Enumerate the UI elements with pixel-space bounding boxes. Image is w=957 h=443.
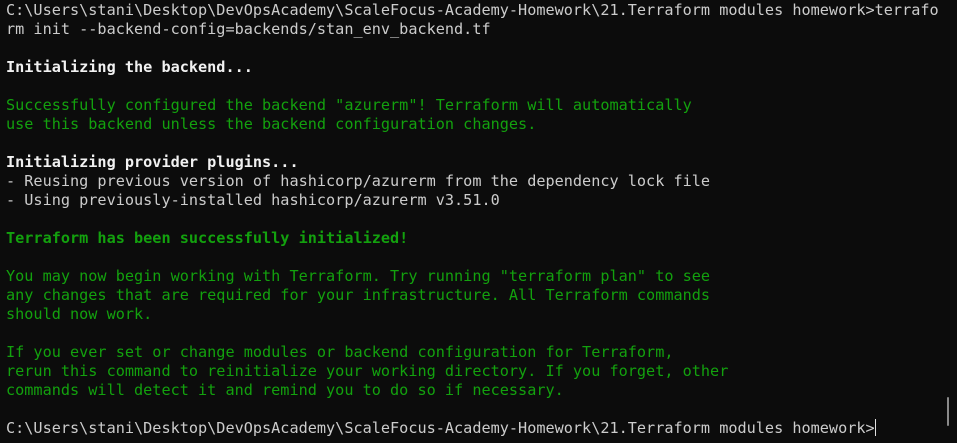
terminal-line: Initializing the backend...: [6, 58, 253, 76]
scrollbar[interactable]: [947, 397, 949, 426]
terminal-line: You may now begin working with Terraform…: [6, 267, 711, 285]
terminal-line: Initializing provider plugins...: [6, 153, 299, 171]
prompt-text: C:\Users\stani\Desktop\DevOpsAcademy\Sca…: [6, 419, 875, 437]
terminal-line: rm init --backend-config=backends/stan_e…: [6, 20, 491, 38]
terminal-line: - Reusing previous version of hashicorp/…: [6, 172, 711, 190]
terminal-line: Successfully configured the backend "azu…: [6, 96, 692, 114]
terminal-line: Terraform has been successfully initiali…: [6, 229, 409, 247]
terminal-line: commands will detect it and remind you t…: [6, 381, 564, 399]
terminal-line: should now work.: [6, 305, 153, 323]
prompt-line[interactable]: C:\Users\stani\Desktop\DevOpsAcademy\Sca…: [6, 419, 939, 438]
terminal-line: - Using previously-installed hashicorp/a…: [6, 191, 500, 209]
terminal-line: If you ever set or change modules or bac…: [6, 343, 674, 361]
terminal-line: rerun this command to reinitialize your …: [6, 362, 729, 380]
terminal-line: any changes that are required for your i…: [6, 286, 711, 304]
terminal-output[interactable]: C:\Users\stani\Desktop\DevOpsAcademy\Sca…: [6, 1, 939, 438]
terminal-line: use this backend unless the backend conf…: [6, 115, 537, 133]
text-cursor: [874, 419, 876, 436]
terminal-line: C:\Users\stani\Desktop\DevOpsAcademy\Sca…: [6, 1, 939, 19]
